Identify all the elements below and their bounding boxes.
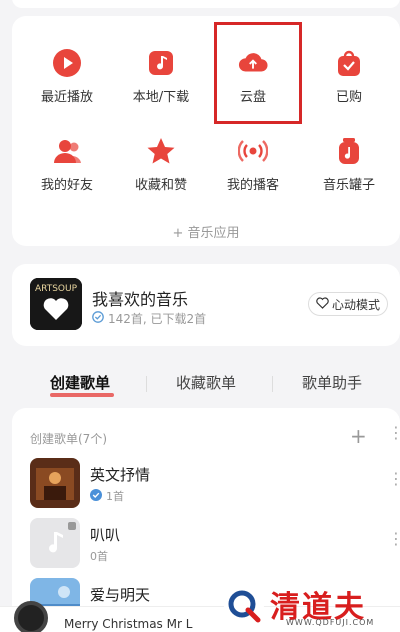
app-label: 音乐罐子 [322, 178, 375, 193]
playlist-count-row: 0首 [90, 548, 108, 564]
app-label: 我的播客 [226, 178, 279, 193]
friends-icon [52, 136, 82, 166]
playlist-cover [30, 518, 80, 568]
tab-created-playlists[interactable]: 创建歌单 [50, 372, 110, 393]
playlist-cover [30, 458, 80, 508]
playlist-item[interactable]: 英文抒情 1首 ⋮ [30, 458, 400, 510]
top-card-edge [12, 0, 400, 8]
app-purchased[interactable]: 已购 [304, 48, 394, 105]
watermark-logo-icon [224, 586, 264, 626]
app-label: 收藏和赞 [134, 178, 187, 193]
watermark-url: WWW.QDFUJI.COM [286, 618, 375, 627]
music-jar-icon [334, 136, 364, 166]
tab-collected-playlists[interactable]: 收藏歌单 [176, 372, 236, 393]
play-icon [52, 48, 82, 78]
check-circle-icon [92, 311, 104, 326]
verified-check-icon [90, 488, 102, 504]
playlist-count: 0首 [90, 550, 108, 563]
app-music-jar[interactable]: 音乐罐子 [304, 136, 394, 193]
favorite-cover-image: ARTSOUP [30, 278, 82, 330]
playlist-name: 叭叭 [90, 526, 121, 544]
app-favorites-likes[interactable]: 收藏和赞 [116, 136, 206, 193]
more-options-icon[interactable]: ⋮ [388, 531, 400, 547]
music-note-icon [146, 48, 176, 78]
tab-divider [146, 376, 147, 392]
app-recent-play[interactable]: 最近播放 [22, 48, 112, 105]
add-playlist-icon[interactable]: + [350, 424, 367, 448]
active-tab-underline [50, 393, 114, 397]
app-my-podcast[interactable]: 我的播客 [208, 136, 298, 193]
heart-icon [316, 296, 329, 312]
podcast-icon [238, 136, 268, 166]
cover-text: ARTSOUP [35, 284, 78, 294]
heart-mode-label: 心动模式 [331, 297, 380, 312]
app-my-friends[interactable]: 我的好友 [22, 136, 112, 193]
more-options-icon[interactable]: ⋮ [388, 471, 400, 487]
favorite-music-card[interactable]: ARTSOUP 我喜欢的音乐 142首, 已下载2首 心动模式 [12, 264, 400, 346]
music-apps-more-link[interactable]: + 音乐应用 [12, 222, 400, 241]
app-local-download[interactable]: 本地/下载 [116, 48, 206, 105]
playlist-name: 爱与明天 [90, 586, 151, 604]
more-options-icon[interactable]: ⋮ [388, 425, 400, 441]
app-label: 已购 [335, 90, 362, 105]
now-playing-disc [14, 601, 48, 632]
now-playing-song: Merry Christmas Mr L [64, 617, 193, 631]
app-label: 本地/下载 [132, 90, 190, 105]
playlist-name: 英文抒情 [90, 466, 151, 484]
favorite-title: 我喜欢的音乐 [92, 290, 189, 309]
playlist-item[interactable]: 叭叭 0首 ⋮ [30, 518, 400, 570]
favorite-subtitle: 142首, 已下载2首 [92, 310, 206, 327]
tab-divider [272, 376, 273, 392]
purchased-bag-icon [334, 48, 364, 78]
heart-mode-button[interactable]: 心动模式 [308, 292, 388, 316]
favorite-count: 142首, 已下载2首 [108, 312, 207, 326]
playlist-count: 1首 [106, 490, 124, 503]
app-label: 我的好友 [40, 178, 93, 193]
playlist-tabs: 创建歌单 收藏歌单 歌单助手 [0, 372, 400, 397]
app-label: 最近播放 [40, 90, 93, 105]
watermark: 清道夫 WWW.QDFUJI.COM [220, 578, 400, 632]
star-icon [146, 136, 176, 166]
playlist-count-row: 1首 [90, 488, 124, 504]
playlists-header: 创建歌单(7个) [30, 432, 107, 446]
cloud-disk-highlight-box [214, 22, 302, 124]
tab-playlist-assistant[interactable]: 歌单助手 [302, 372, 362, 393]
music-apps-panel: 最近播放 本地/下载 云盘 已购 我的好友 收藏和赞 我的播客 音乐罐子 + 音… [12, 16, 400, 246]
